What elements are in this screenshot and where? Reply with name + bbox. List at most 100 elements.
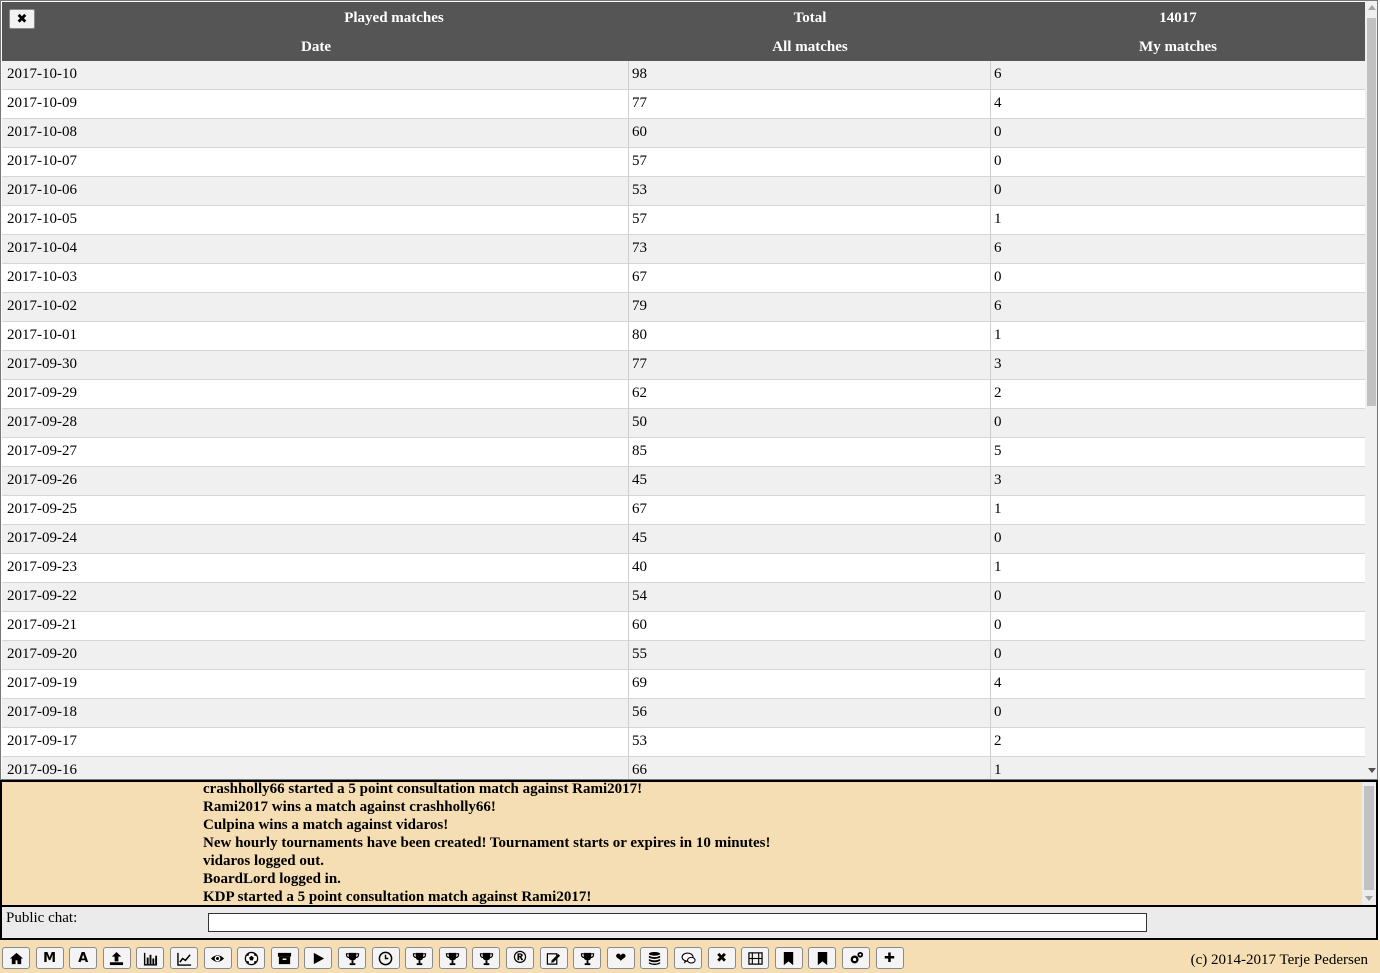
- table-row[interactable]: 2017-09-25 67 1: [2, 496, 1365, 525]
- public-chat-input[interactable]: [208, 913, 1147, 932]
- table-row[interactable]: 2017-10-01 80 1: [2, 322, 1365, 351]
- scroll-up-icon[interactable]: [1368, 5, 1376, 10]
- table-row[interactable]: 2017-09-28 50 0: [2, 409, 1365, 438]
- archive-button[interactable]: [270, 947, 299, 969]
- table-row[interactable]: 2017-10-08 60 0: [2, 119, 1365, 148]
- table-scrollbar[interactable]: [1365, 1, 1377, 779]
- my-matches-cell: 0: [994, 414, 1002, 430]
- date-cell: 2017-09-19: [7, 675, 77, 691]
- scrollbar-thumb[interactable]: [1367, 18, 1376, 406]
- database-icon: [647, 951, 662, 966]
- table-row[interactable]: 2017-09-17 53 2: [2, 728, 1365, 757]
- close-button[interactable]: ✖: [9, 9, 35, 29]
- trophy-icon: [580, 951, 595, 966]
- bar-chart-button[interactable]: [136, 947, 165, 969]
- table-row[interactable]: 2017-09-20 55 0: [2, 641, 1365, 670]
- table-row[interactable]: 2017-09-16 66 1: [2, 757, 1365, 779]
- total-label: Total: [793, 10, 827, 26]
- chat-message: Culpina wins a match against vidaros!: [203, 817, 449, 833]
- table-row[interactable]: 2017-10-02 79 6: [2, 293, 1365, 322]
- table-row[interactable]: 2017-10-06 53 0: [2, 177, 1365, 206]
- scroll-down-icon[interactable]: [1368, 768, 1376, 773]
- a-button[interactable]: A: [69, 947, 98, 969]
- registered-button[interactable]: ®: [506, 947, 534, 969]
- table-row[interactable]: 2017-10-07 57 0: [2, 148, 1365, 177]
- table-row[interactable]: 2017-09-22 54 0: [2, 583, 1365, 612]
- table-row[interactable]: 2017-09-27 85 5: [2, 438, 1365, 467]
- my-matches-cell: 6: [994, 66, 1002, 82]
- table-row[interactable]: 2017-10-09 77 4: [2, 90, 1365, 119]
- table-row[interactable]: 2017-10-05 57 1: [2, 206, 1365, 235]
- chat-scrollbar-thumb[interactable]: [1364, 786, 1374, 890]
- all-matches-cell: 69: [632, 675, 647, 691]
- table-row[interactable]: 2017-10-04 73 6: [2, 235, 1365, 264]
- bookmark-button[interactable]: [808, 947, 837, 969]
- my-matches-cell: 3: [994, 472, 1002, 488]
- table-row[interactable]: 2017-09-19 69 4: [2, 670, 1365, 699]
- line-chart-icon: [176, 951, 192, 966]
- trophy-button[interactable]: [438, 947, 467, 969]
- clock-button[interactable]: [371, 947, 400, 969]
- chat-message: KDP started a 5 point consultation match…: [203, 889, 592, 905]
- trophy-button[interactable]: [338, 947, 366, 969]
- bookmark-button[interactable]: [774, 947, 803, 969]
- m-button[interactable]: M: [35, 947, 64, 969]
- plus-button[interactable]: ✚: [875, 947, 904, 969]
- play-button[interactable]: [304, 947, 333, 969]
- heart-button[interactable]: ❤: [606, 947, 635, 969]
- table-row[interactable]: 2017-09-18 56 0: [2, 699, 1365, 728]
- table-row[interactable]: 2017-09-23 40 1: [2, 554, 1365, 583]
- chat-messages: crashholly66 started a 5 point consultat…: [203, 781, 770, 905]
- all-matches-cell: 56: [632, 704, 647, 720]
- table-row[interactable]: 2017-09-26 45 3: [2, 467, 1365, 496]
- date-cell: 2017-09-18: [7, 704, 77, 720]
- bookmark-icon: [815, 951, 830, 966]
- scroll-down-icon[interactable]: [1365, 896, 1373, 901]
- trophy-button[interactable]: [573, 947, 602, 969]
- my-matches-cell: 0: [994, 704, 1002, 720]
- all-matches-cell: 73: [632, 240, 647, 256]
- trophy-button[interactable]: [472, 947, 501, 969]
- total-value: 14017: [1159, 10, 1197, 26]
- all-matches-cell: 57: [632, 211, 647, 227]
- table-row[interactable]: 2017-10-10 98 6: [2, 61, 1365, 90]
- chat-input-bar: Public chat:: [0, 907, 1378, 940]
- matches-table-body: 2017-10-10 98 6 2017-10-09 77 4 2017-10-08 60 0 2…: [2, 61, 1365, 779]
- edit-button[interactable]: [539, 947, 568, 969]
- close-icon: ✖: [716, 950, 728, 966]
- table-row[interactable]: 2017-09-29 62 2: [2, 380, 1365, 409]
- date-cell: 2017-10-02: [7, 298, 77, 314]
- chat-button[interactable]: [674, 947, 702, 969]
- table-row[interactable]: 2017-09-24 45 0: [2, 525, 1365, 554]
- heart-icon: ❤: [615, 950, 627, 966]
- home-button[interactable]: [2, 947, 30, 969]
- line-chart-button[interactable]: [170, 947, 198, 969]
- chat-scrollbar[interactable]: [1362, 782, 1376, 905]
- column-header-my-matches[interactable]: My matches: [1078, 39, 1278, 56]
- table-row[interactable]: 2017-10-03 67 0: [2, 264, 1365, 293]
- settings-button[interactable]: [842, 947, 870, 969]
- column-header-all-matches[interactable]: All matches: [710, 39, 910, 56]
- eye-button[interactable]: [203, 947, 232, 969]
- all-matches-cell: 55: [632, 646, 647, 662]
- ball-button[interactable]: [237, 947, 266, 969]
- public-chat-label: Public chat:: [6, 910, 78, 926]
- film-button[interactable]: [741, 947, 770, 969]
- date-cell: 2017-09-28: [7, 414, 77, 430]
- m-icon: M: [43, 950, 57, 966]
- database-button[interactable]: [640, 947, 669, 969]
- chat-message: crashholly66 started a 5 point consultat…: [203, 781, 643, 797]
- date-cell: 2017-09-29: [7, 385, 77, 401]
- upload-button[interactable]: [102, 947, 131, 969]
- column-header-date[interactable]: Date: [216, 39, 416, 56]
- all-matches-cell: 67: [632, 269, 647, 285]
- column-divider: [628, 61, 629, 779]
- table-row[interactable]: 2017-09-21 60 0: [2, 612, 1365, 641]
- a-icon: A: [78, 950, 89, 966]
- date-cell: 2017-10-03: [7, 269, 77, 285]
- ball-icon: [244, 951, 259, 966]
- my-matches-cell: 0: [994, 617, 1002, 633]
- table-row[interactable]: 2017-09-30 77 3: [2, 351, 1365, 380]
- close-button[interactable]: ✖: [707, 947, 736, 969]
- trophy-button[interactable]: [405, 947, 434, 969]
